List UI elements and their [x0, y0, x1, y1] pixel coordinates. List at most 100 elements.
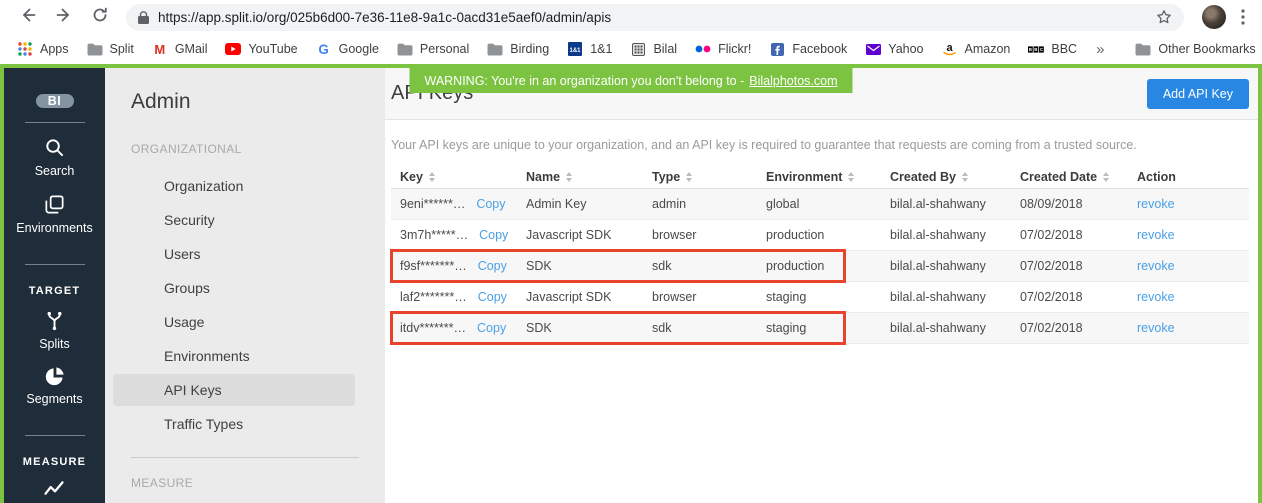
copy-link[interactable]: Copy — [478, 259, 507, 273]
svg-text:1&1: 1&1 — [570, 48, 582, 54]
sidebar-item-metrics[interactable]: Metrics — [34, 480, 74, 503]
address-bar[interactable]: https://app.split.io/org/025b6d00-7e36-1… — [126, 4, 1184, 31]
revoke-link[interactable]: revoke — [1137, 290, 1175, 304]
copy-link[interactable]: Copy — [478, 290, 507, 304]
bookmark-facebook[interactable]: Facebook — [760, 38, 856, 60]
bookmark-amazon[interactable]: aAmazon — [933, 38, 1020, 60]
sort-icon — [848, 172, 854, 182]
revoke-link[interactable]: revoke — [1137, 259, 1175, 273]
bookmark-birding[interactable]: Birding — [478, 38, 558, 60]
bookmark-label: Split — [110, 42, 134, 56]
copy-link[interactable]: Copy — [476, 197, 505, 211]
sidebar-item-label: Search — [35, 164, 75, 178]
sort-icon — [1103, 172, 1109, 182]
copy-link[interactable]: Copy — [479, 228, 508, 242]
refresh-button[interactable] — [87, 4, 113, 30]
bbc-icon: BBC — [1028, 41, 1044, 57]
sidebar-section-header: MEASURE — [23, 456, 86, 468]
table-row: f9sf*******…CopySDKsdkproductionbilal.al… — [391, 251, 1249, 282]
cell-created-by: bilal.al-shahwany — [890, 321, 1020, 335]
admin-nav-item-groups[interactable]: Groups — [113, 272, 355, 304]
column-header-created-date[interactable]: Created Date — [1020, 170, 1137, 184]
cell-key: itdv*******…Copy — [400, 321, 526, 335]
sidebar-item-environments[interactable]: Environments — [16, 193, 92, 235]
sidebar-item-label: Segments — [26, 392, 82, 406]
sidebar-item-label: Environments — [16, 221, 92, 235]
warning-text: WARNING: You're in an organization you d… — [424, 74, 744, 88]
bookmark-label: YouTube — [248, 42, 297, 56]
copy-link[interactable]: Copy — [477, 321, 506, 335]
column-header-name[interactable]: Name — [526, 170, 652, 184]
forward-button[interactable] — [51, 4, 77, 30]
bookmark-label: Birding — [510, 42, 549, 56]
main-content: API Keys Add API Key Your API keys are u… — [385, 68, 1258, 503]
sidebar-item-search[interactable]: Search — [16, 136, 92, 178]
cell-name: Javascript SDK — [526, 290, 652, 304]
bookmark-label: Facebook — [792, 42, 847, 56]
cell-type: browser — [652, 228, 766, 242]
youtube-icon — [225, 41, 241, 57]
admin-nav-item-security[interactable]: Security — [113, 204, 355, 236]
column-label: Created By — [890, 170, 956, 184]
bookmark-label: GMail — [175, 42, 208, 56]
svg-text:B: B — [1035, 47, 1038, 52]
forward-icon — [55, 6, 73, 29]
browser-toolbar: https://app.split.io/org/025b6d00-7e36-1… — [0, 0, 1262, 34]
star-icon[interactable] — [1156, 9, 1172, 25]
cell-key: f9sf*******…Copy — [400, 259, 526, 273]
admin-nav-item-environments[interactable]: Environments — [113, 340, 355, 372]
bookmark-bilal[interactable]: Bilal — [621, 38, 686, 60]
table-row: 9eni******…CopyAdmin Keyadminglobalbilal… — [391, 189, 1249, 220]
bookmark-youtube[interactable]: YouTube — [216, 38, 306, 60]
bookmark-personal[interactable]: Personal — [388, 38, 478, 60]
admin-nav-item-usage[interactable]: Usage — [113, 306, 355, 338]
bookmark-gmail[interactable]: MGMail — [143, 38, 217, 60]
column-header-type[interactable]: Type — [652, 170, 766, 184]
admin-nav-item-users[interactable]: Users — [113, 238, 355, 270]
sidebar-item-segments[interactable]: Segments — [26, 366, 82, 406]
divider — [25, 122, 85, 123]
bookmark-label: Personal — [420, 42, 469, 56]
bookmark-flickr[interactable]: Flickr! — [686, 38, 760, 60]
column-label: Created Date — [1020, 170, 1097, 184]
column-header-created-by[interactable]: Created By — [890, 170, 1020, 184]
browser-window: https://app.split.io/org/025b6d00-7e36-1… — [0, 0, 1262, 503]
admin-nav-item-organization[interactable]: Organization — [113, 170, 355, 202]
api-keys-table: KeyNameTypeEnvironmentCreated By Created … — [391, 165, 1249, 344]
back-button[interactable] — [15, 4, 41, 30]
app-sidebar: BI SearchEnvironments TARGETSplitsSegmen… — [4, 68, 105, 503]
column-header-key[interactable]: Key — [400, 170, 526, 184]
revoke-link[interactable]: revoke — [1137, 197, 1175, 211]
org-avatar[interactable]: BI — [36, 94, 74, 108]
folder-icon — [1135, 41, 1151, 57]
bookmark-apps[interactable]: Apps — [8, 38, 78, 60]
other-bookmarks[interactable]: Other Bookmarks — [1126, 38, 1262, 60]
browser-menu-icon[interactable] — [1234, 9, 1252, 25]
cell-type: sdk — [652, 321, 766, 335]
warning-link[interactable]: Bilalphotos.com — [749, 74, 837, 88]
cell-environment: production — [766, 259, 890, 273]
other-bookmarks-label: Other Bookmarks — [1158, 42, 1255, 56]
table-header-row: KeyNameTypeEnvironmentCreated By Created … — [391, 165, 1249, 189]
bookmark-1-1[interactable]: 1&11&1 — [558, 38, 621, 60]
bookmark-label: Flickr! — [718, 42, 751, 56]
sidebar-item-splits[interactable]: Splits — [39, 309, 70, 351]
profile-avatar[interactable] — [1202, 5, 1226, 29]
revoke-link[interactable]: revoke — [1137, 321, 1175, 335]
sort-icon — [962, 172, 968, 182]
revoke-link[interactable]: revoke — [1137, 228, 1175, 242]
bookmarks-overflow-chevron[interactable]: » — [1086, 41, 1114, 58]
admin-nav-item-traffic-types[interactable]: Traffic Types — [113, 408, 355, 440]
google-icon: G — [316, 41, 332, 57]
bookmark-split[interactable]: Split — [78, 38, 143, 60]
table-row: 3m7h*****…CopyJavascript SDKbrowserprodu… — [391, 220, 1249, 251]
column-header-environment[interactable]: Environment — [766, 170, 890, 184]
divider — [25, 435, 85, 436]
bookmark-google[interactable]: GGoogle — [307, 38, 388, 60]
admin-nav-item-api-keys[interactable]: API Keys — [113, 374, 355, 406]
nav-section-header: ORGANIZATIONAL — [131, 142, 359, 156]
bookmark-bbc[interactable]: BBCBBC — [1019, 38, 1086, 60]
bookmark-yahoo[interactable]: Yahoo — [856, 38, 932, 60]
add-api-key-button[interactable]: Add API Key — [1147, 79, 1249, 109]
cell-type: browser — [652, 290, 766, 304]
